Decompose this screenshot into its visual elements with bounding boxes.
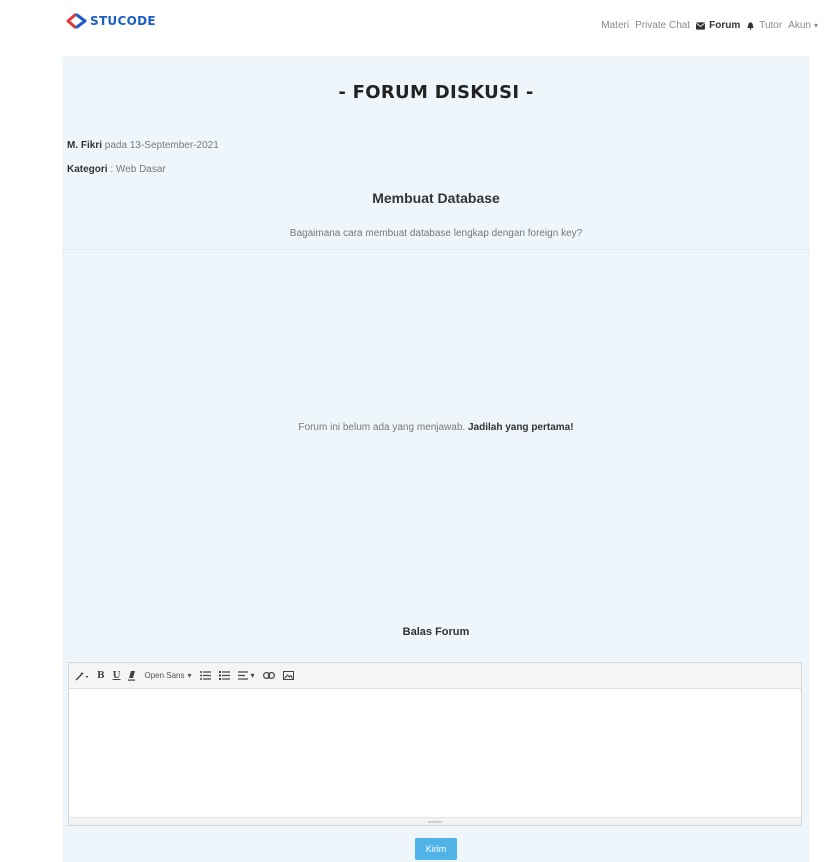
underline-icon[interactable]: U: [113, 671, 121, 681]
editor-toolbar: B U Open Sans ▾ ▾: [69, 663, 801, 689]
nav-item-tutor[interactable]: Tutor: [746, 20, 782, 31]
forum-panel: - FORUM DISKUSI - M. Fikri pada 13-Septe…: [62, 56, 810, 862]
post-category: Kategori : Web Dasar: [67, 164, 166, 175]
eraser-icon[interactable]: [128, 670, 136, 681]
font-caret-icon: ▾: [187, 671, 192, 680]
nav-item-private-chat[interactable]: Private Chat: [635, 20, 690, 31]
magic-wand-icon[interactable]: [75, 671, 89, 681]
post-date: 13-September-2021: [129, 140, 219, 151]
link-icon[interactable]: [262, 672, 275, 679]
page-title: - FORUM DISKUSI -: [338, 82, 534, 103]
unordered-list-icon[interactable]: [199, 671, 211, 680]
empty-cta: Jadilah yang pertama!: [467, 422, 574, 433]
nav-item-akun-label: Akun: [788, 20, 811, 31]
category-label: Kategori: [67, 164, 108, 175]
question-body: Bagaimana cara membuat database lengkap …: [289, 228, 583, 239]
nav-item-tutor-label: Tutor: [759, 20, 783, 31]
divider: [62, 249, 810, 250]
align-caret-icon: ▾: [250, 671, 255, 680]
empty-answers-message: Forum ini belum ada yang menjawab. Jadil…: [62, 422, 810, 433]
brand-name: STUCODE: [90, 14, 156, 28]
font-select-label: Open Sans: [144, 671, 185, 680]
brand-logo[interactable]: STUCODE: [66, 12, 156, 30]
navbar: STUCODE Materi Private Chat Forum Tutor …: [0, 0, 838, 52]
image-icon[interactable]: [282, 671, 294, 680]
resize-grip: [428, 821, 442, 823]
nav-item-materi[interactable]: Materi: [601, 20, 629, 31]
reply-editor: B U Open Sans ▾ ▾: [68, 662, 802, 826]
submit-button[interactable]: Kirim: [415, 838, 457, 860]
nav-item-forum-label: Forum: [709, 20, 741, 31]
post-meta: M. Fikri pada 13-September-2021: [67, 140, 219, 151]
font-select[interactable]: Open Sans ▾: [144, 671, 191, 680]
align-icon[interactable]: ▾: [237, 671, 255, 680]
category-value: Web Dasar: [115, 164, 166, 175]
category-separator: :: [110, 164, 114, 175]
ordered-list-icon[interactable]: [218, 671, 230, 680]
date-prefix: pada: [104, 140, 128, 151]
reply-title: Balas Forum: [402, 626, 470, 638]
envelope-icon: [696, 21, 706, 30]
editor-resize-handle[interactable]: [69, 817, 801, 825]
caret-down-icon: ▾: [813, 21, 818, 30]
post-author: M. Fikri: [67, 140, 103, 151]
code-brackets-icon: [66, 13, 87, 29]
question-title: Membuat Database: [372, 190, 500, 206]
nav-item-forum[interactable]: Forum: [696, 20, 740, 31]
nav-menu: Materi Private Chat Forum Tutor Akun ▾: [595, 20, 818, 31]
bold-icon[interactable]: B: [97, 671, 105, 681]
editor-content-area[interactable]: [69, 690, 801, 817]
empty-text: Forum ini belum ada yang menjawab.: [298, 422, 466, 433]
bell-icon: [747, 21, 754, 30]
nav-item-akun[interactable]: Akun ▾: [788, 20, 818, 31]
